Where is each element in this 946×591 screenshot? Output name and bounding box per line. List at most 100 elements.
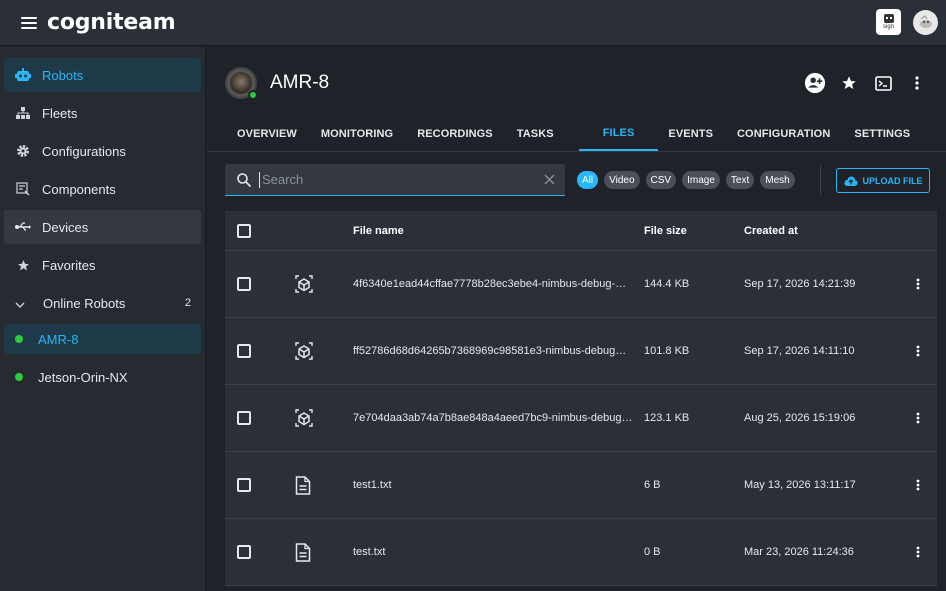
share-robot-button[interactable] (804, 72, 826, 94)
tab-overview[interactable]: OVERVIEW (225, 117, 309, 151)
sidebar-item-label: Components (42, 181, 116, 197)
text-file-icon (295, 475, 311, 495)
file-type-filters: All Video CSV Image Text Mesh (577, 171, 795, 189)
file-size: 144.4 KB (644, 278, 690, 290)
table-row[interactable]: test.txt 0 B Mar 23, 2026 11:24:36 (225, 519, 937, 586)
row-more-button[interactable] (899, 345, 937, 357)
created-at: Mar 23, 2026 11:24:36 (744, 546, 854, 558)
avatar-icon (919, 15, 932, 28)
sidebar-item-label: Fleets (42, 105, 78, 121)
top-bar-actions: sign (876, 9, 938, 35)
more-vert-icon (916, 278, 920, 290)
more-vert-icon (916, 345, 920, 357)
column-created-at[interactable]: Created at (744, 225, 899, 237)
mesh-icon (295, 409, 313, 427)
row-more-button[interactable] (899, 412, 937, 424)
online-robots-count: 2 (184, 297, 191, 309)
usb-icon (15, 219, 31, 235)
toolbar-divider (820, 165, 821, 195)
top-bar: cogniteam sign (0, 0, 946, 46)
file-size: 6 B (644, 479, 661, 491)
file-size: 101.8 KB (644, 345, 690, 357)
tab-bar: OVERVIEW MONITORING RECORDINGS TASKS FIL… (225, 117, 922, 151)
tab-recordings[interactable]: RECORDINGS (405, 117, 505, 151)
mesh-icon (295, 275, 313, 293)
row-checkbox[interactable] (237, 411, 251, 425)
cloud-upload-icon (843, 176, 858, 186)
sidebar-item-label: Devices (42, 219, 89, 235)
user-avatar[interactable] (913, 9, 938, 35)
robot-avatar (225, 67, 258, 100)
sidebar-item-favorites[interactable]: Favorites (4, 248, 201, 282)
robot-header: AMR-8 (225, 67, 330, 100)
files-table: File name File size Created at 4f6340e1e… (225, 211, 937, 586)
add-user-icon (804, 72, 826, 94)
sidebar-item-configurations[interactable]: Configurations (4, 134, 201, 168)
robot-label: Jetson-Orin-NX (38, 369, 128, 385)
tab-events[interactable]: EVENTS (658, 117, 725, 151)
filter-mesh[interactable]: Mesh (760, 171, 795, 189)
search-input[interactable] (259, 171, 542, 188)
row-checkbox[interactable] (237, 478, 251, 492)
file-name: 7e704daa3ab74a7b8ae848a4aeed7bc9-nimbus-… (353, 412, 633, 424)
online-status-dot (15, 373, 23, 381)
terminal-icon (874, 75, 892, 91)
tab-settings[interactable]: SETTINGS (842, 117, 922, 151)
star-icon (15, 257, 31, 273)
table-row[interactable]: 4f6340e1ead44cffae7778b28ec3ebe4-nimbus-… (225, 251, 937, 318)
sidebar-robot-jetson-orin-nx[interactable]: Jetson-Orin-NX (4, 362, 201, 392)
created-at: Aug 25, 2026 15:19:06 (744, 412, 856, 424)
clear-search-button[interactable] (542, 173, 556, 187)
star-icon (842, 76, 856, 89)
row-checkbox[interactable] (237, 545, 251, 559)
sidebar-item-devices[interactable]: Devices (4, 210, 201, 244)
more-vert-icon (915, 76, 919, 90)
robot-label: AMR-8 (38, 331, 79, 347)
sidebar-item-label: Configurations (42, 143, 126, 159)
filter-csv[interactable]: CSV (645, 171, 677, 189)
sidebar-item-label: Favorites (42, 257, 96, 273)
tab-monitoring[interactable]: MONITORING (309, 117, 405, 151)
sign-robot-button[interactable]: sign (876, 9, 901, 35)
gear-icon (15, 143, 31, 159)
sidebar-robot-amr-8[interactable]: AMR-8 (4, 324, 201, 354)
header-actions (804, 72, 928, 94)
tab-files[interactable]: FILES (578, 117, 659, 151)
upload-file-button[interactable]: UPLOAD FILE (836, 168, 930, 193)
sidebar-item-robots[interactable]: Robots (4, 58, 201, 92)
select-all-checkbox[interactable] (237, 223, 251, 238)
terminal-button[interactable] (872, 72, 894, 94)
online-robots-group[interactable]: Online Robots 2 (0, 286, 205, 320)
sidebar-item-fleets[interactable]: Fleets (4, 96, 201, 130)
row-more-button[interactable] (899, 546, 937, 558)
table-row[interactable]: ff52786d68d64265b7368969c98581e3-nimbus-… (225, 318, 937, 385)
sidebar: Robots Fleets Configurations Components … (0, 47, 206, 591)
fleet-icon (15, 105, 31, 121)
created-at: Sep 17, 2026 14:21:39 (744, 278, 856, 290)
row-more-button[interactable] (899, 479, 937, 491)
filter-image[interactable]: Image (682, 171, 720, 189)
row-more-button[interactable] (899, 278, 937, 290)
column-file-name[interactable]: File name (353, 225, 644, 237)
close-icon (544, 174, 554, 185)
tab-tasks[interactable]: TASKS (505, 117, 579, 151)
table-header: File name File size Created at (225, 211, 937, 251)
sidebar-item-components[interactable]: Components (4, 172, 201, 206)
table-row[interactable]: test1.txt 6 B May 13, 2026 13:11:17 (225, 452, 937, 519)
filter-all[interactable]: All (577, 171, 599, 189)
file-size: 0 B (644, 546, 661, 558)
menu-icon[interactable] (21, 16, 37, 29)
tab-divider (207, 151, 946, 152)
more-vert-icon (916, 546, 920, 558)
filter-video[interactable]: Video (604, 171, 640, 189)
favorite-button[interactable] (838, 72, 860, 94)
row-checkbox[interactable] (237, 277, 251, 291)
tab-configuration[interactable]: CONFIGURATION (725, 117, 842, 151)
column-file-size[interactable]: File size (644, 225, 744, 237)
row-checkbox[interactable] (237, 344, 251, 358)
table-row[interactable]: 7e704daa3ab74a7b8ae848a4aeed7bc9-nimbus-… (225, 385, 937, 452)
page-title: AMR-8 (270, 72, 330, 93)
filter-text[interactable]: Text (725, 171, 755, 189)
mesh-icon (295, 342, 313, 360)
more-options-button[interactable] (906, 72, 928, 94)
